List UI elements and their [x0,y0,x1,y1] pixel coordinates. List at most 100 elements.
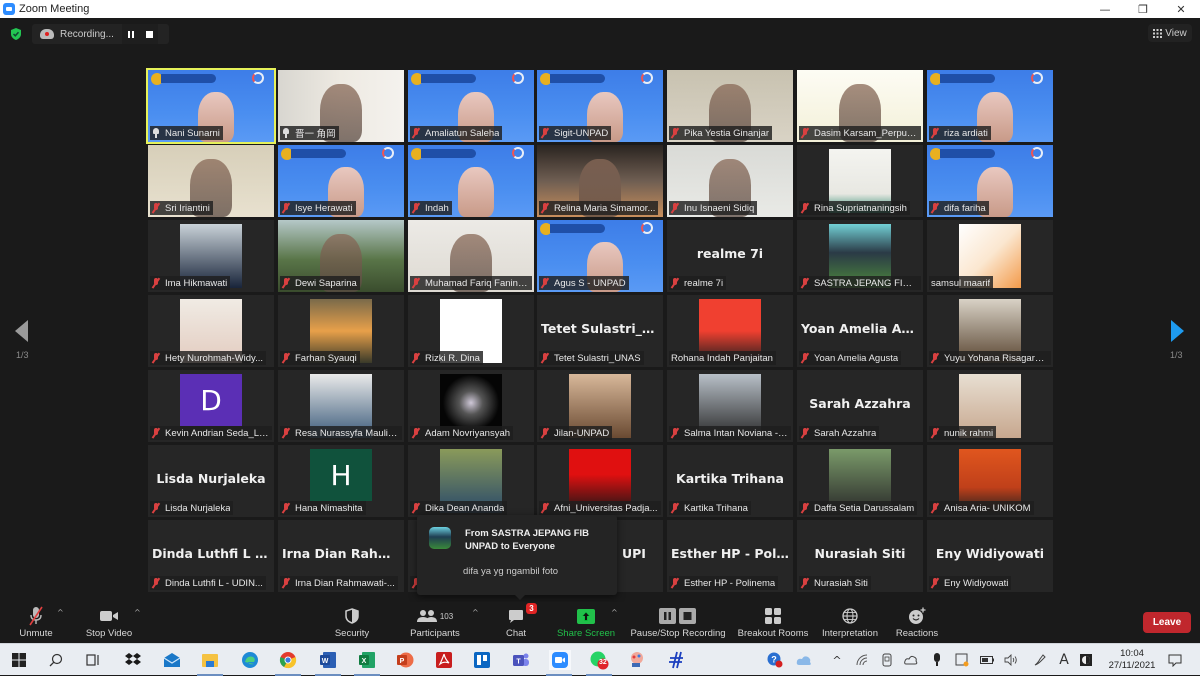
start-button[interactable] [9,650,29,670]
taskbar-dropbox[interactable] [123,650,143,670]
participant-tile[interactable]: Dasim Karsam_Perpust... [797,70,923,142]
audio-options-caret-icon[interactable]: ^ [57,609,64,617]
security-button[interactable]: Security [332,605,372,639]
participant-tile[interactable]: Nani Sunarni [146,68,276,144]
notifications-icon[interactable] [1167,652,1183,668]
participant-tile[interactable]: difa fariha [927,145,1053,217]
stop-video-button[interactable]: Stop Video [84,605,134,639]
participant-tile[interactable]: Eny Widiyowati Eny Widiyowati [927,520,1053,592]
taskbar-trello[interactable] [472,650,492,670]
participant-tile[interactable]: Isye Herawati [278,145,404,217]
taskbar-mail[interactable] [162,650,182,670]
taskbar-file-explorer[interactable] [197,650,223,676]
participant-tile[interactable]: SASTRA JEPANG FIB U... [797,220,923,292]
participant-tile[interactable]: Inu Isnaeni Sidiq [667,145,793,217]
participant-tile[interactable]: Dewi Saparina [278,220,404,292]
participant-tile[interactable]: samsul maarif [927,220,1053,292]
participant-tile[interactable]: Dinda Luthfi L -... Dinda Luthfi L - UDIN… [148,520,274,592]
participants-button[interactable]: 103 Participants [407,605,463,639]
unmute-button[interactable]: Unmute [18,605,54,639]
maximize-button[interactable]: ❐ [1124,0,1162,18]
view-button[interactable]: View [1148,24,1192,42]
participant-tile[interactable]: Dika Dean Ananda [408,445,534,517]
participant-tile[interactable]: Yuyu Yohana Risagarni... [927,295,1053,367]
participant-tile[interactable]: Agus S - UNPAD [537,220,663,292]
participant-tile[interactable]: Hety Nurohmah-Widy... [148,295,274,367]
participant-tile[interactable]: Anisa Aria- UNIKOM [927,445,1053,517]
onedrive-cloud-icon[interactable] [796,652,812,668]
taskbar-paint[interactable] [627,650,647,670]
reactions-button[interactable]: Reactions [894,605,940,639]
system-clock[interactable]: 10:04 27/11/2021 [1104,648,1160,672]
taskbar-word[interactable]: W [315,650,341,676]
participant-tile[interactable]: Resa Nurassyfa Maulin... [278,370,404,442]
night-light-icon[interactable] [1078,652,1094,668]
input-language-icon[interactable]: A [1056,652,1072,668]
minimize-button[interactable]: — [1086,0,1124,18]
participant-tile[interactable]: Farhan Syauqi [278,295,404,367]
participant-tile[interactable]: Rina Supriatnaningsih [797,145,923,217]
participant-tile[interactable]: Relina Maria Simamor... [537,145,663,217]
share-screen-button[interactable]: Share Screen [556,605,616,639]
share-options-caret-icon[interactable]: ^ [611,609,618,617]
cloud-sync-icon[interactable] [903,652,919,668]
participant-tile[interactable]: Indah [408,145,534,217]
battery-icon[interactable] [979,652,995,668]
participants-options-caret-icon[interactable]: ^ [472,609,479,617]
taskbar-excel[interactable]: X [354,650,380,676]
participant-tile[interactable]: Sri Iriantini [148,145,274,217]
pause-stop-recording-button[interactable]: Pause/Stop Recording [629,605,727,639]
leave-button[interactable]: Leave [1143,612,1191,633]
participant-tile[interactable]: Rizki R. Dina [408,295,534,367]
taskbar-zoom[interactable] [546,650,572,676]
show-hidden-icons-chevron-icon[interactable]: ^ [829,652,845,668]
chat-notification-popup[interactable]: From SASTRA JEPANG FIB UNPAD to Everyone… [417,515,617,600]
participant-tile[interactable]: Pika Yestia Ginanjar [667,70,793,142]
taskbar-powerpoint[interactable]: P [395,650,415,670]
taskbar-chrome[interactable] [275,650,301,676]
volume-icon[interactable] [1003,652,1019,668]
participant-tile[interactable]: D Kevin Andrian Seda_Li... [148,370,274,442]
wifi-icon[interactable] [854,652,870,668]
video-options-caret-icon[interactable]: ^ [134,609,141,617]
participant-tile[interactable]: 晋一 角岡 [278,70,404,142]
meet-now-icon[interactable] [879,652,895,668]
close-button[interactable]: ✕ [1162,0,1200,18]
participant-tile[interactable]: Rohana Indah Panjaitan [667,295,793,367]
participant-tile[interactable]: Ima Hikmawati [148,220,274,292]
participant-tile[interactable]: Tetet Sulastri_U... Tetet Sulastri_UNAS [537,295,663,367]
chat-button[interactable]: 3 Chat [501,603,537,639]
next-page-arrow-icon[interactable] [1171,320,1184,342]
participant-tile[interactable]: nunik rahmi [927,370,1053,442]
task-view-button[interactable] [83,650,103,670]
pause-recording-button[interactable] [122,24,140,44]
encryption-shield-icon[interactable] [9,27,23,41]
participant-tile[interactable]: Irna Dian Rahm... Irna Dian Rahmawati-... [278,520,404,592]
participant-tile[interactable]: H Hana Nimashita [278,445,404,517]
taskbar-teams[interactable]: T [511,650,531,670]
participant-tile[interactable]: Afni_Universitas Padja... [537,445,663,517]
taskbar-app-slash[interactable] [666,650,686,670]
participant-tile[interactable]: Adam Novriyansyah [408,370,534,442]
participant-tile[interactable]: Esther HP - Poli... Esther HP - Polinema [667,520,793,592]
participant-tile[interactable]: Lisda Nurjaleka Lisda Nurjaleka [148,445,274,517]
interpretation-button[interactable]: Interpretation [819,605,881,639]
pen-workspace-icon[interactable] [1032,652,1048,668]
participant-tile[interactable]: realme 7i realme 7i [667,220,793,292]
participant-tile[interactable]: Muhamad Fariq Fanind... [408,220,534,292]
taskbar-whatsapp[interactable]: 32 [586,650,612,676]
search-button[interactable] [46,650,66,670]
breakout-rooms-button[interactable]: Breakout Rooms [737,605,809,639]
participant-tile[interactable]: riza ardiati [927,70,1053,142]
participant-tile[interactable]: Yoan Amelia Ag... Yoan Amelia Agusta [797,295,923,367]
participant-tile[interactable]: Daffa Setia Darussalam [797,445,923,517]
taskbar-edge[interactable] [240,650,260,670]
participant-tile[interactable]: Kartika Trihana Kartika Trihana [667,445,793,517]
stop-recording-button[interactable] [140,24,158,44]
participant-tile[interactable]: Salma Intan Noviana - ... [667,370,793,442]
microphone-in-use-icon[interactable] [929,652,945,668]
help-icon[interactable]: ? [767,652,783,668]
participant-tile[interactable]: Jilan-UNPAD [537,370,663,442]
participant-tile[interactable]: Sigit-UNPAD [537,70,663,142]
security-center-icon[interactable] [954,652,970,668]
